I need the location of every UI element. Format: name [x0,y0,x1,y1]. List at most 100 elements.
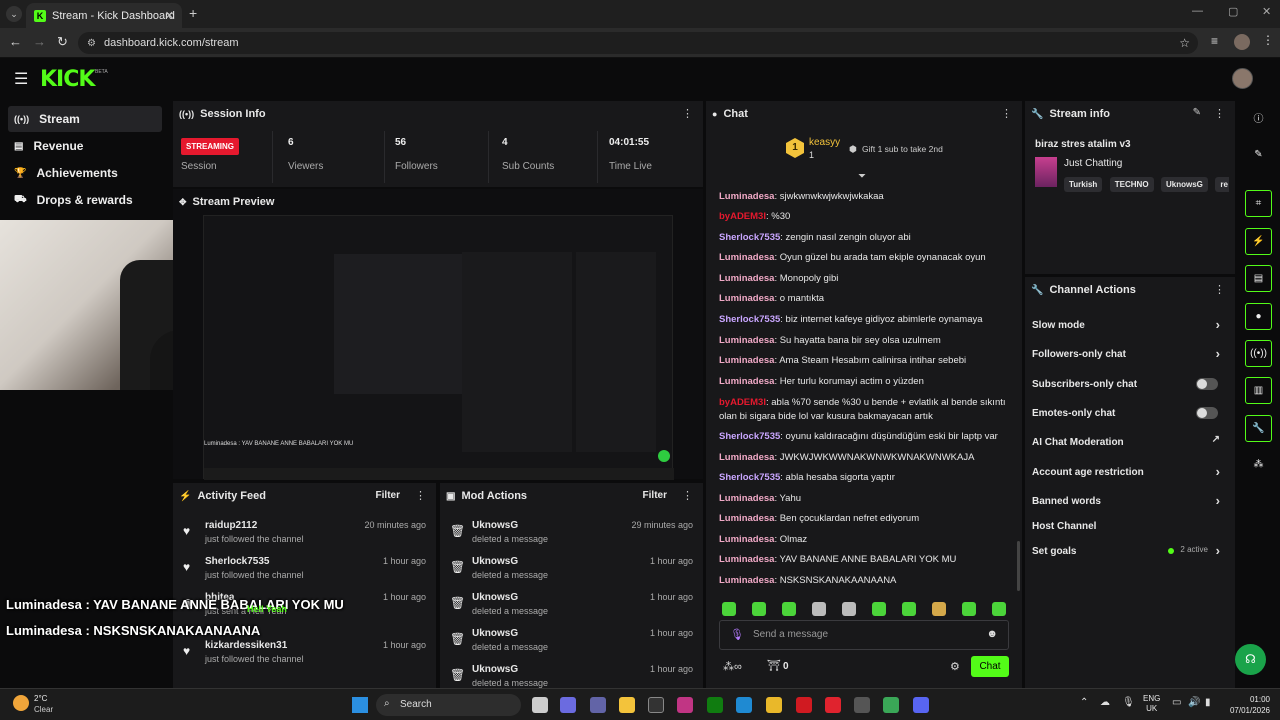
chat-username[interactable]: Luminadesa [719,252,774,263]
set-goals-row[interactable]: Set goals 2 active › [1032,541,1228,561]
chat-username[interactable]: Luminadesa [719,534,774,545]
banned-words-row[interactable]: Banned words › [1032,491,1228,511]
followers-only-row[interactable]: Followers-only chat › [1032,344,1228,364]
chat-icon[interactable]: ● [1245,303,1272,330]
emote-icon[interactable] [782,602,796,616]
subscribers-only-toggle[interactable] [1196,378,1218,390]
chat-username[interactable]: byADEM3I [719,211,766,222]
stream-preview-video[interactable]: Luminadesa : YAV BANANE ANNE BABALARI YO… [203,215,674,480]
host-channel-row[interactable]: Host Channel [1032,516,1228,536]
new-tab-button[interactable]: + [189,5,197,21]
edit-pencil-icon[interactable]: ✎ [1245,141,1272,168]
chat-settings-icon-group[interactable]: ⁂∞ [723,660,742,673]
obs-icon[interactable] [854,697,870,713]
emote-icon[interactable] [932,602,946,616]
battery-icon[interactable]: ▮ [1205,697,1211,708]
opera-icon[interactable] [796,697,812,713]
clip-icon[interactable]: ⌗ [1245,190,1272,217]
gift-prompt[interactable]: Gift 1 sub to take 2nd [862,144,943,154]
broadcast-icon[interactable]: ((•)) [1245,340,1272,367]
microphone-icon[interactable]: 🎙 [730,628,744,641]
url-input[interactable]: ⚙ dashboard.kick.com/stream ☆ [78,32,1198,54]
chat-scrollbar[interactable] [1017,541,1020,591]
explorer-icon[interactable] [619,697,635,713]
emote-icon[interactable] [812,602,826,616]
top-gifter-name[interactable]: keasyy [809,137,840,148]
notes-icon[interactable]: ▤ [1245,265,1272,292]
info-icon[interactable]: ⓘ [1245,104,1272,131]
chat-username[interactable]: Luminadesa [719,452,774,463]
chat-username[interactable]: Luminadesa [719,293,774,304]
emote-icon[interactable] [722,602,736,616]
mod-filter-button[interactable]: Filter [643,490,667,501]
emote-icon[interactable] [842,602,856,616]
lightning-icon[interactable]: ⚡ [1245,228,1272,255]
microphone-tray-icon[interactable]: 🎙 [1122,697,1135,708]
chat-input[interactable]: 🎙 Send a message ☻ [719,620,1009,650]
windows-start-icon[interactable] [352,697,368,713]
volume-icon[interactable]: 🔊 [1188,697,1200,708]
mod-user[interactable]: UknowsG [472,592,518,603]
ai-moderation-row[interactable]: AI Chat Moderation ↗ [1032,432,1228,452]
browser-tab[interactable]: K Stream - Kick Dashboard ✕ [26,3,182,28]
activity-user[interactable]: raidup2112 [205,520,257,531]
chat-username[interactable]: Luminadesa [719,355,774,366]
activity-filter-button[interactable]: Filter [376,490,400,501]
back-icon[interactable]: ← [9,34,22,49]
instagram-icon[interactable] [677,697,693,713]
chat-settings-icon[interactable]: ⚙ [950,660,960,673]
sidebar-item-stream[interactable]: ((•)) Stream [8,106,162,132]
pinned-collapse-icon[interactable]: ⏷ [858,171,866,182]
layout-icon[interactable]: ▥ [1245,377,1272,404]
hamburger-menu-icon[interactable]: ☰ [14,69,28,89]
chat-username[interactable]: Sherlock7535 [719,314,780,325]
emote-icon[interactable] [992,602,1006,616]
reading-list-icon[interactable]: ≡ [1211,34,1218,48]
sidebar-item-revenue[interactable]: ▤ Revenue [8,133,162,159]
mod-user[interactable]: UknowsG [472,556,518,567]
more-options-icon[interactable]: ⋮ [682,489,693,502]
chat-username[interactable]: Luminadesa [719,493,774,504]
xbox-icon[interactable] [707,697,723,713]
chat-username[interactable]: Luminadesa [719,191,774,202]
chat-username[interactable]: Luminadesa [719,376,774,387]
chat-username[interactable]: byADEM3I [719,397,766,408]
edge-icon[interactable] [736,697,752,713]
wrench-icon[interactable]: 🔧 [1245,415,1272,442]
mod-user[interactable]: UknowsG [472,520,518,531]
activity-user[interactable]: kizkardessiken31 [205,640,287,651]
chat-username[interactable]: Sherlock7535 [719,232,780,243]
language-indicator[interactable]: ENG UK [1143,694,1160,714]
tab-search-icon[interactable]: ⌄ [6,6,22,22]
chat-username[interactable]: Luminadesa [719,575,774,586]
account-age-row[interactable]: Account age restriction › [1032,462,1228,482]
support-headset-button[interactable]: ☊ [1235,644,1266,675]
emote-icon[interactable] [752,602,766,616]
emote-icon[interactable] [872,602,886,616]
window-close-icon[interactable]: ✕ [1262,5,1271,18]
site-info-icon[interactable]: ⚙ [87,38,96,49]
chat-username[interactable]: Luminadesa [719,335,774,346]
chat-username[interactable]: Luminadesa [719,273,774,284]
reload-icon[interactable]: ↻ [57,34,68,50]
bookmark-star-icon[interactable]: ☆ [1179,36,1190,50]
browser-menu-icon[interactable]: ⋮ [1262,33,1274,47]
tray-overflow-icon[interactable]: ⌃ [1080,697,1088,708]
weather-icon[interactable] [13,695,29,711]
window-maximize-icon[interactable]: ▢ [1228,5,1238,18]
sparkle-icon[interactable]: ⁂ [1245,451,1272,478]
opera-gx-icon[interactable] [825,697,841,713]
chat-username[interactable]: Sherlock7535 [719,431,780,442]
more-options-icon[interactable]: ⋮ [1001,107,1012,120]
more-options-icon[interactable]: ⋮ [682,107,693,120]
mod-user[interactable]: UknowsG [472,664,518,675]
chrome-active-icon[interactable] [883,697,899,713]
edit-pencil-icon[interactable]: ✎ [1193,107,1201,118]
send-chat-button[interactable]: Chat [971,656,1009,677]
more-options-icon[interactable]: ⋮ [1214,107,1225,120]
mod-user[interactable]: UknowsG [472,628,518,639]
kick-logo[interactable]: KICK [40,67,95,92]
profile-avatar[interactable] [1234,34,1250,50]
window-minimize-icon[interactable]: — [1192,5,1203,17]
discord-icon[interactable] [913,697,929,713]
